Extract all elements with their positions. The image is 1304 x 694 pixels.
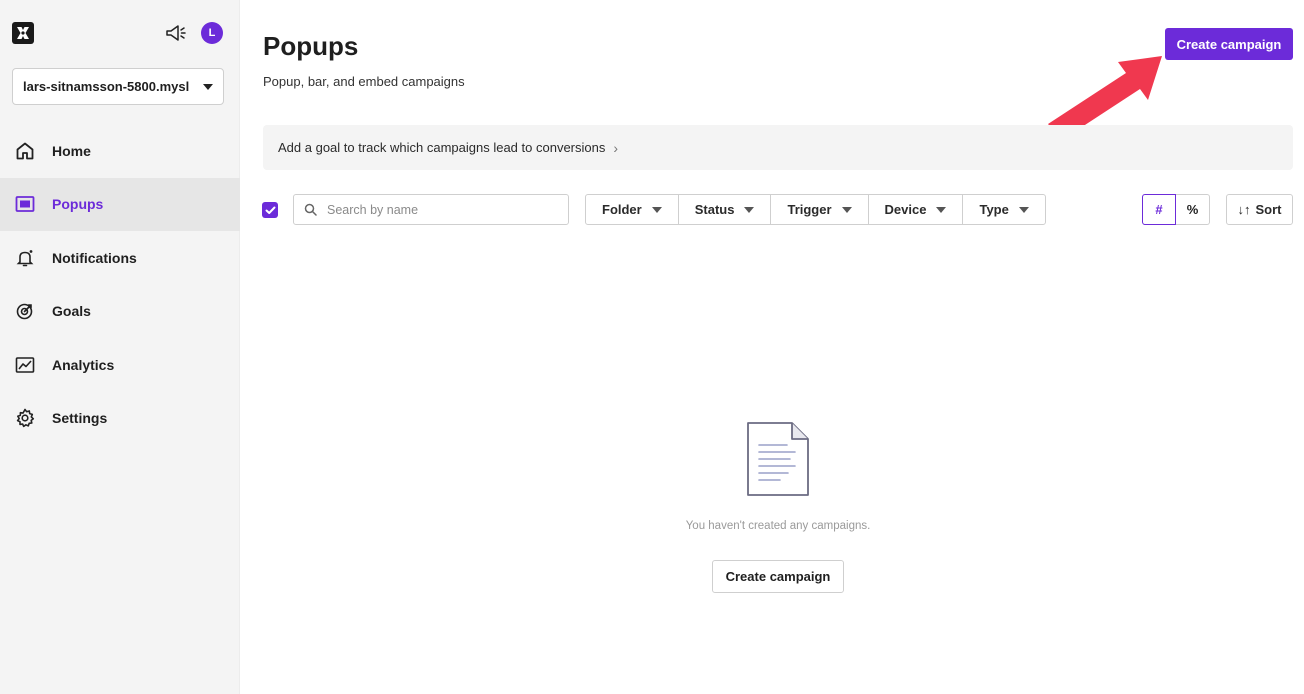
type-filter[interactable]: Type xyxy=(963,195,1044,224)
sidebar: L lars-sitnamsson-5800.mysl Home Popups … xyxy=(0,0,240,694)
sidebar-item-label: Analytics xyxy=(52,356,115,373)
avatar-initial: L xyxy=(208,27,216,39)
empty-document-icon xyxy=(747,422,809,496)
toolbar: Folder Status Trigger Device Type # % ↓↑… xyxy=(0,194,1304,225)
chevron-right-icon: › xyxy=(613,139,619,156)
goal-banner[interactable]: Add a goal to track which campaigns lead… xyxy=(263,125,1293,170)
filter-label: Type xyxy=(979,202,1009,217)
count-toggle-button[interactable]: # xyxy=(1142,194,1176,225)
sidebar-item-label: Home xyxy=(52,142,91,159)
account-name: lars-sitnamsson-5800.mysl xyxy=(23,79,190,94)
create-campaign-button[interactable]: Create campaign xyxy=(1165,28,1293,60)
count-percent-toggle: # % xyxy=(1142,194,1210,225)
filter-label: Trigger xyxy=(787,202,832,217)
sidebar-item-label: Settings xyxy=(52,410,108,427)
page-subtitle: Popup, bar, and embed campaigns xyxy=(263,74,465,89)
search-input[interactable] xyxy=(327,202,547,217)
search-box[interactable] xyxy=(293,194,569,225)
filter-group: Folder Status Trigger Device Type xyxy=(585,194,1046,225)
folder-filter[interactable]: Folder xyxy=(586,195,679,224)
sidebar-item-goals[interactable]: Goals xyxy=(0,285,240,339)
status-filter[interactable]: Status xyxy=(679,195,772,224)
chevron-down-icon xyxy=(841,206,852,213)
sidebar-item-settings[interactable]: Settings xyxy=(0,392,240,446)
chart-icon xyxy=(13,353,37,377)
filter-label: Folder xyxy=(602,202,642,217)
home-icon xyxy=(13,139,37,163)
sidebar-item-analytics[interactable]: Analytics xyxy=(0,338,240,392)
account-select[interactable]: lars-sitnamsson-5800.mysl xyxy=(12,68,224,105)
filter-label: Status xyxy=(694,202,735,217)
sidebar-nav: Home Popups Notifications Goals Analytic… xyxy=(0,124,240,445)
sidebar-item-home[interactable]: Home xyxy=(0,124,240,178)
chevron-down-icon xyxy=(651,206,662,213)
logo-icon[interactable] xyxy=(12,22,34,44)
select-all-checkbox[interactable] xyxy=(262,202,278,218)
sort-icon: ↓↑ xyxy=(1237,202,1251,217)
trigger-filter[interactable]: Trigger xyxy=(771,195,869,224)
gear-icon xyxy=(13,406,37,430)
goal-banner-text: Add a goal to track which campaigns lead… xyxy=(278,140,606,155)
chevron-down-icon xyxy=(203,83,213,90)
create-campaign-empty-button[interactable]: Create campaign xyxy=(712,560,844,593)
percent-toggle-button[interactable]: % xyxy=(1176,194,1210,225)
bell-icon xyxy=(13,246,37,270)
megaphone-icon[interactable] xyxy=(164,22,186,44)
empty-message: You haven't created any campaigns. xyxy=(685,520,871,532)
avatar[interactable]: L xyxy=(201,22,223,44)
chevron-down-icon xyxy=(936,206,947,213)
target-icon xyxy=(13,299,37,323)
page-title: Popups xyxy=(263,31,359,61)
search-icon xyxy=(304,203,317,216)
filter-label: Device xyxy=(884,202,927,217)
sidebar-item-notifications[interactable]: Notifications xyxy=(0,231,240,285)
chevron-down-icon xyxy=(1018,206,1029,213)
sidebar-item-label: Notifications xyxy=(52,249,137,266)
sort-button[interactable]: ↓↑ Sort xyxy=(1226,194,1293,225)
sort-label: Sort xyxy=(1255,202,1282,217)
device-filter[interactable]: Device xyxy=(869,195,964,224)
chevron-down-icon xyxy=(744,206,755,213)
sidebar-item-label: Goals xyxy=(52,303,91,320)
